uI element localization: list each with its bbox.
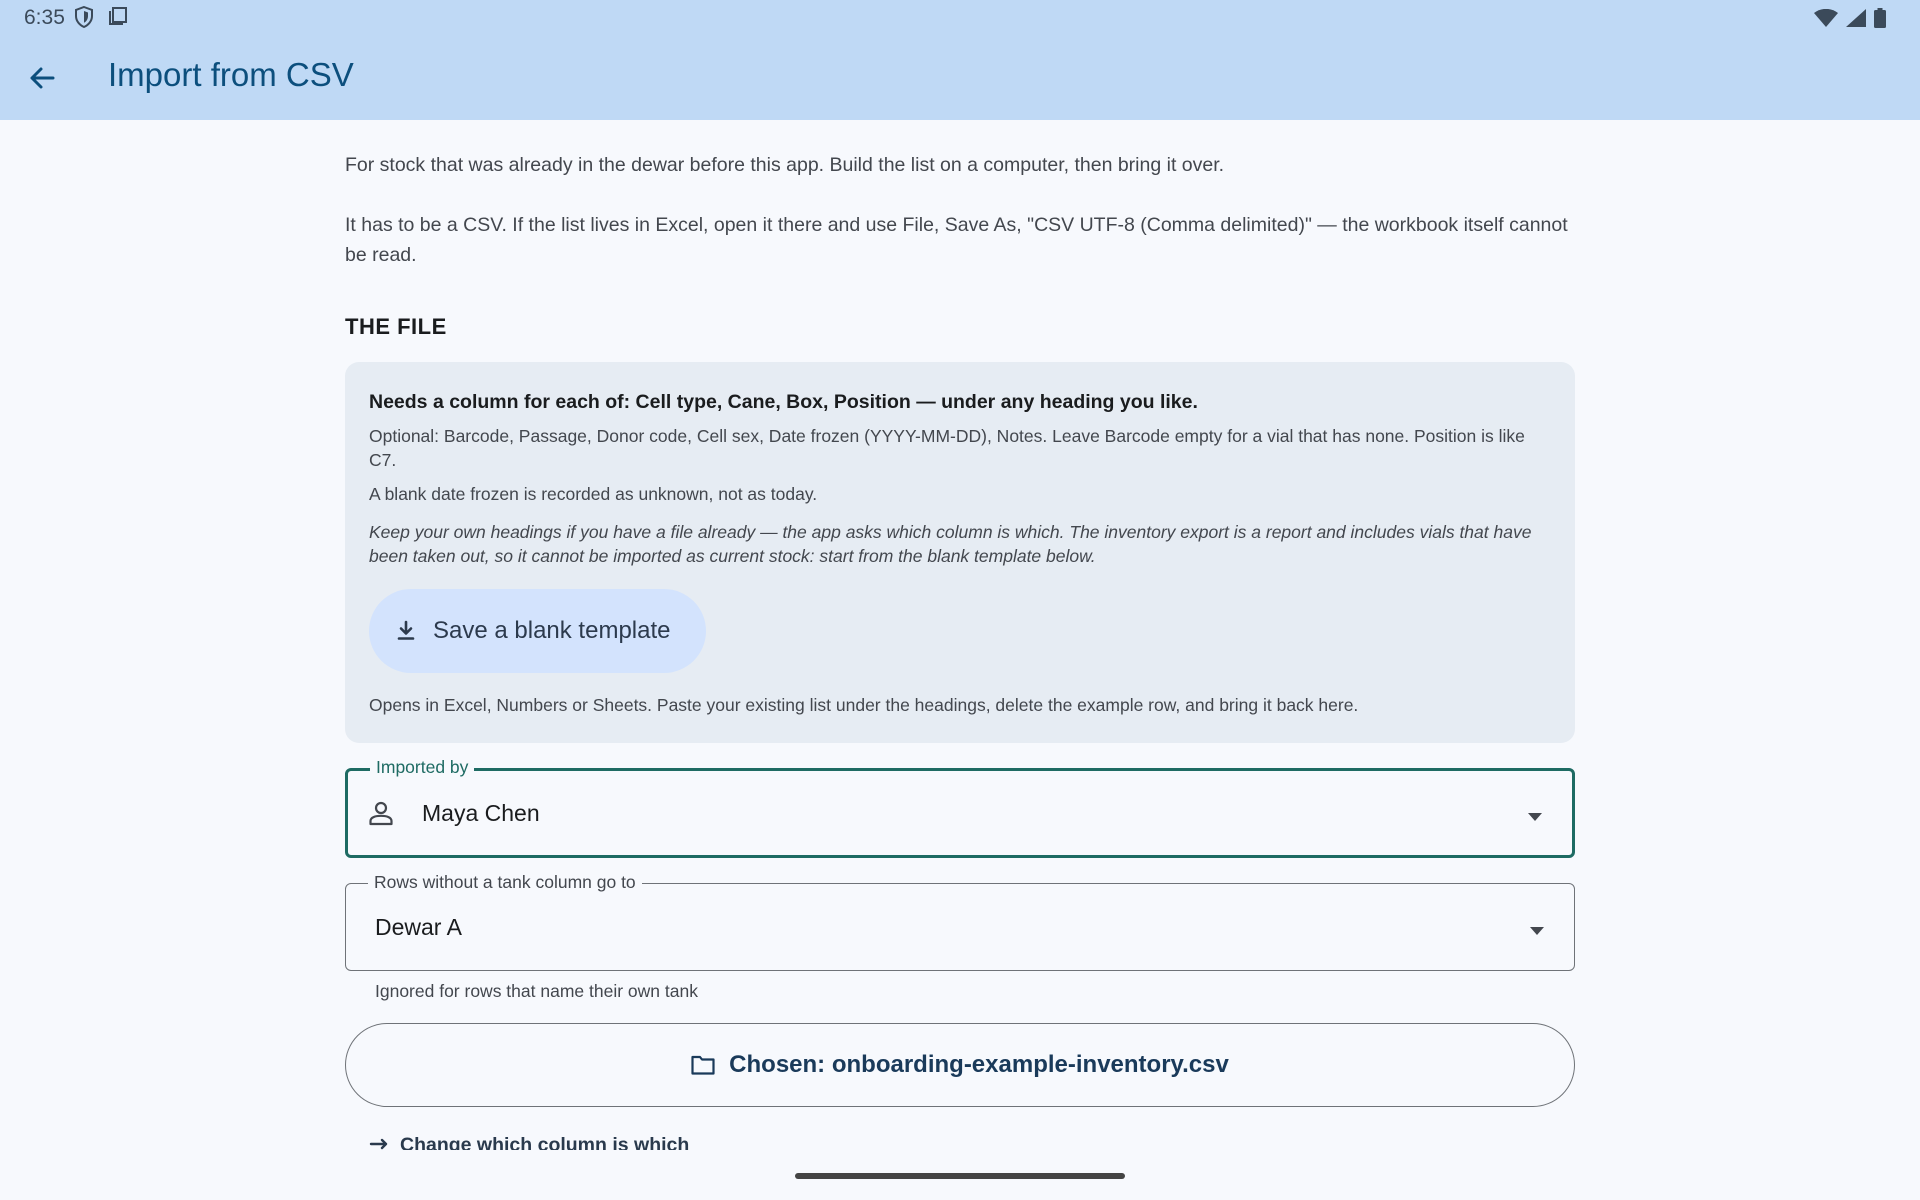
required-columns-text: Needs a column for each of: Cell type, C…: [369, 391, 1198, 413]
chevron-down-icon: [1528, 808, 1542, 826]
default-tank-dropdown[interactable]: Rows without a tank column go to Dewar A: [345, 872, 1575, 971]
main-content: For stock that was already in the dewar …: [345, 120, 1575, 1107]
top-app-bar: 6:35 Import from CSV: [0, 0, 1920, 120]
save-blank-template-button[interactable]: Save a blank template: [369, 589, 707, 673]
swap-icon: [369, 1138, 388, 1150]
imported-by-label: Imported by: [370, 757, 475, 777]
intro-text: For stock that was already in the dewar …: [345, 154, 1225, 176]
change-column-mapping-label: Change which column is which: [400, 1136, 690, 1150]
signal-icon: [1846, 9, 1866, 32]
battery-icon: [1874, 8, 1886, 33]
screenshot-icon: [108, 6, 128, 33]
back-button[interactable]: [22, 58, 62, 98]
choose-file-button[interactable]: Chosen: onboarding-example-inventory.csv: [345, 1023, 1575, 1107]
change-column-mapping-button[interactable]: Change which column is which: [368, 1136, 689, 1150]
default-tank-helper: Ignored for rows that name their own tan…: [375, 981, 698, 1001]
folder-icon: [691, 1055, 715, 1075]
shield-icon: [74, 5, 94, 33]
imported-by-value: Maya Chen: [422, 799, 540, 826]
headings-note: Keep your own headings if you have a fil…: [369, 522, 1532, 566]
home-indicator[interactable]: [795, 1173, 1125, 1179]
wifi-icon: [1814, 8, 1838, 32]
optional-columns-text: Optional: Barcode, Passage, Donor code, …: [369, 426, 1525, 470]
arrow-back-icon: [30, 67, 55, 89]
imported-by-dropdown[interactable]: Imported by Maya Chen: [345, 757, 1575, 858]
default-tank-value: Dewar A: [375, 913, 462, 940]
chevron-down-icon: [1530, 922, 1544, 940]
person-icon: [368, 800, 394, 826]
intro-csv-text: It has to be a CSV. If the list lives in…: [345, 214, 1568, 266]
template-footnote: Opens in Excel, Numbers or Sheets. Paste…: [369, 695, 1359, 715]
download-icon: [397, 620, 415, 640]
status-left-icons: [74, 5, 128, 33]
file-requirements-card: Needs a column for each of: Cell type, C…: [345, 362, 1575, 743]
page-title: Import from CSV: [108, 56, 354, 93]
status-time: 6:35: [24, 6, 65, 29]
blank-date-text: A blank date frozen is recorded as unkno…: [369, 484, 818, 504]
section-heading-file: THE FILE: [345, 314, 447, 339]
save-blank-template-label: Save a blank template: [433, 617, 671, 644]
status-right-icons: [1814, 8, 1886, 33]
default-tank-label: Rows without a tank column go to: [368, 872, 642, 892]
chosen-file-label: Chosen: onboarding-example-inventory.csv: [729, 1051, 1229, 1078]
